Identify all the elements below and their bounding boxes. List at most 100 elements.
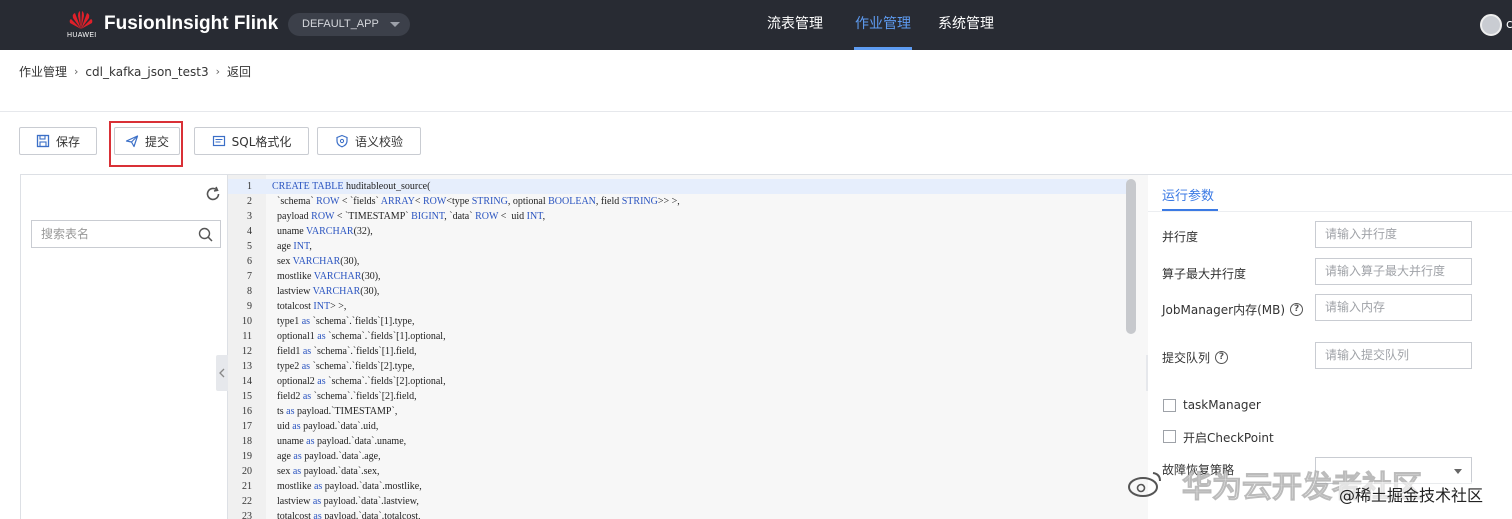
save-button[interactable]: 保存 — [19, 127, 97, 155]
line-number: 18 — [242, 436, 252, 447]
code-text: sex as payload.`data`.sex, — [272, 466, 380, 477]
huawei-logo-icon — [69, 11, 93, 29]
code-text: type2 as `schema`.`fields`[2].type, — [272, 361, 415, 372]
jm-memory-label-text: JobManager内存(MB) — [1162, 303, 1286, 317]
code-line[interactable]: 21 mostlike as payload.`data`.mostlike, — [228, 479, 1128, 494]
max-parallelism-placeholder: 请输入算子最大并行度 — [1325, 264, 1446, 278]
line-number: 20 — [242, 466, 252, 477]
breadcrumb: 作业管理 › cdl_kafka_json_test3 › 返回 — [19, 63, 251, 80]
parallelism-placeholder: 请输入并行度 — [1325, 227, 1398, 241]
code-line[interactable]: 16 ts as payload.`TIMESTAMP`, — [228, 404, 1128, 419]
nav-system-management[interactable]: 系统管理 — [938, 13, 994, 37]
line-number: 21 — [242, 481, 252, 492]
code-line[interactable]: 17 uid as payload.`data`.uid, — [228, 419, 1128, 434]
task-manager-checkbox[interactable] — [1163, 399, 1176, 412]
save-icon — [36, 134, 50, 148]
code-line[interactable]: 6 sex VARCHAR(30), — [228, 254, 1128, 269]
code-text: sex VARCHAR(30), — [272, 256, 360, 267]
user-name[interactable]: c — [1506, 17, 1512, 31]
line-number: 14 — [242, 376, 252, 387]
parallelism-input[interactable]: 请输入并行度 — [1315, 221, 1472, 248]
search-icon[interactable] — [198, 227, 213, 242]
line-number: 1 — [247, 181, 252, 192]
chevron-left-icon — [219, 368, 225, 378]
code-line[interactable]: 13 type2 as `schema`.`fields`[2].type, — [228, 359, 1128, 374]
line-number: 17 — [242, 421, 252, 432]
code-text: type1 as `schema`.`fields`[1].type, — [272, 316, 415, 327]
line-number: 19 — [242, 451, 252, 462]
line-number: 16 — [242, 406, 252, 417]
code-line[interactable]: 18 uname as payload.`data`.uname, — [228, 434, 1128, 449]
code-line[interactable]: 22 lastview as payload.`data`.lastview, — [228, 494, 1128, 509]
line-number: 13 — [242, 361, 252, 372]
code-line[interactable]: 3 payload ROW < `TIMESTAMP` BIGINT, `dat… — [228, 209, 1128, 224]
code-text: optional1 as `schema`.`fields`[1].option… — [272, 331, 446, 342]
app-selector-value: DEFAULT_APP — [302, 18, 379, 30]
logo-subtitle: HUAWEI — [67, 32, 97, 39]
code-line[interactable]: 15 field2 as `schema`.`fields`[2].field, — [228, 389, 1128, 404]
refresh-icon[interactable] — [205, 186, 221, 202]
code-line[interactable]: 14 optional2 as `schema`.`fields`[2].opt… — [228, 374, 1128, 389]
code-line[interactable]: 2 `schema` ROW < `fields` ARRAY< ROW<typ… — [228, 194, 1128, 209]
table-search-input[interactable]: 搜索表名 — [31, 220, 221, 248]
nav-stream-tables[interactable]: 流表管理 — [767, 13, 823, 37]
max-parallelism-input[interactable]: 请输入算子最大并行度 — [1315, 258, 1472, 285]
nav-job-management[interactable]: 作业管理 — [855, 13, 911, 37]
semantic-validate-label: 语义校验 — [354, 134, 403, 149]
line-number: 23 — [242, 511, 252, 519]
line-number: 2 — [247, 196, 252, 207]
code-text: mostlike VARCHAR(30), — [272, 271, 381, 282]
code-text: uname VARCHAR(32), — [272, 226, 373, 237]
editor-scrollbar[interactable] — [1126, 179, 1136, 334]
code-line[interactable]: 10 type1 as `schema`.`fields`[1].type, — [228, 314, 1128, 329]
code-line[interactable]: 8 lastview VARCHAR(30), — [228, 284, 1128, 299]
annotation-highlight-box — [109, 121, 183, 167]
code-line[interactable]: 7 mostlike VARCHAR(30), — [228, 269, 1128, 284]
app-selector[interactable]: DEFAULT_APP — [288, 13, 410, 36]
brand-title: FusionInsight Flink — [104, 13, 279, 34]
checkpoint-checkbox[interactable] — [1163, 430, 1176, 443]
code-line[interactable]: 23 totalcost as payload.`data`.totalcost… — [228, 509, 1128, 519]
code-line[interactable]: 20 sex as payload.`data`.sex, — [228, 464, 1128, 479]
breadcrumb-job-management[interactable]: 作业管理 — [19, 63, 67, 80]
sql-editor[interactable]: 1 CREATE TABLE huditableout_source(2 `sch… — [228, 174, 1148, 519]
code-text: uname as payload.`data`.uname, — [272, 436, 407, 447]
code-line[interactable]: 19 age as payload.`data`.age, — [228, 449, 1128, 464]
code-text: totalcost as payload.`data`.totalcost, — [272, 511, 421, 519]
watermark: 华为云开发者社区 @稀土掘金技术社区 — [1124, 462, 1512, 519]
code-line[interactable]: 5 age INT, — [228, 239, 1128, 254]
line-number: 11 — [242, 331, 252, 342]
code-line[interactable]: 12 field1 as `schema`.`fields`[1].field, — [228, 344, 1128, 359]
table-search-placeholder: 搜索表名 — [41, 227, 90, 241]
code-text: field2 as `schema`.`fields`[2].field, — [272, 391, 417, 402]
code-line[interactable]: 11 optional1 as `schema`.`fields`[1].opt… — [228, 329, 1128, 344]
table-list-panel: 搜索表名 — [20, 174, 228, 519]
line-number: 10 — [242, 316, 252, 327]
line-number: 6 — [247, 256, 252, 267]
semantic-validate-button[interactable]: 语义校验 — [317, 127, 421, 155]
max-parallelism-label-text: 算子最大并行度 — [1162, 267, 1247, 281]
help-icon[interactable]: ? — [1290, 303, 1304, 316]
help-icon[interactable]: ? — [1215, 351, 1229, 364]
nav-active-indicator — [854, 47, 912, 50]
shield-check-icon — [336, 134, 348, 148]
divider — [0, 111, 1512, 112]
divider — [1148, 211, 1512, 212]
code-text: `schema` ROW < `fields` ARRAY< ROW<type … — [272, 196, 680, 207]
chevron-right-icon: › — [74, 65, 79, 78]
code-line[interactable]: 1 CREATE TABLE huditableout_source( — [228, 179, 1128, 194]
jm-memory-input[interactable]: 请输入内存 — [1315, 294, 1472, 321]
queue-input[interactable]: 请输入提交队列 — [1315, 342, 1472, 369]
queue-placeholder: 请输入提交队列 — [1325, 348, 1410, 362]
breadcrumb-back[interactable]: 返回 — [227, 63, 251, 80]
tab-run-params[interactable]: 运行参数 — [1162, 185, 1214, 204]
code-text: lastview as payload.`data`.lastview, — [272, 496, 419, 507]
collapse-left-panel-button[interactable] — [216, 355, 228, 391]
save-button-label: 保存 — [55, 134, 80, 149]
sql-format-button-label: SQL格式化 — [231, 134, 292, 149]
jm-memory-label: JobManager内存(MB) ? — [1162, 301, 1304, 318]
user-avatar[interactable] — [1480, 14, 1502, 36]
code-line[interactable]: 9 totalcost INT> >, — [228, 299, 1128, 314]
sql-format-button[interactable]: SQL格式化 — [194, 127, 309, 155]
code-line[interactable]: 4 uname VARCHAR(32), — [228, 224, 1128, 239]
